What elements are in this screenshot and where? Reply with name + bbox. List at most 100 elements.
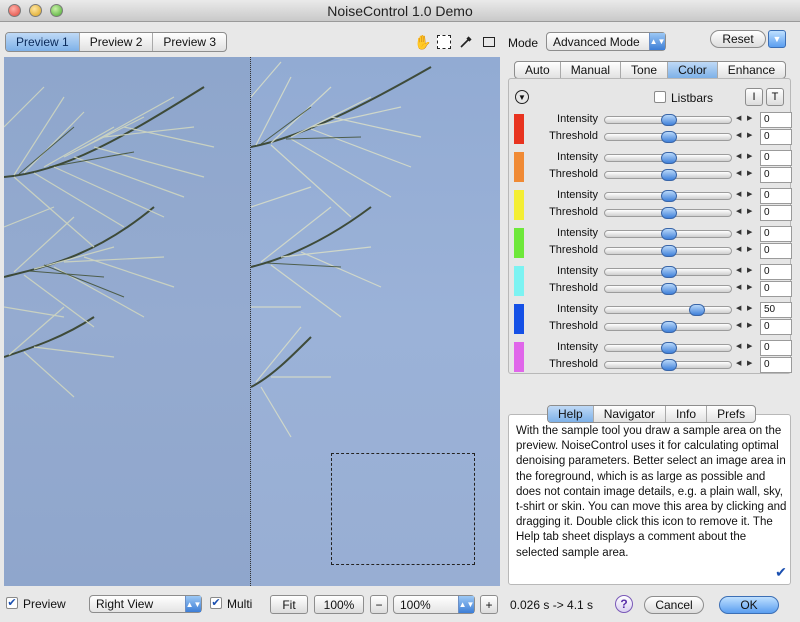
threshold-value-field[interactable]: 0 bbox=[760, 167, 792, 183]
intensity-slider[interactable] bbox=[604, 266, 732, 278]
increment-arrow-icon[interactable]: ▶ bbox=[747, 283, 752, 291]
slider-knob[interactable] bbox=[661, 152, 677, 164]
zoom-select[interactable]: 100% ▲▼ bbox=[393, 595, 475, 614]
tab-tone[interactable]: Tone bbox=[621, 62, 669, 78]
intensity-slider[interactable] bbox=[604, 114, 732, 126]
slider-knob[interactable] bbox=[661, 245, 677, 257]
intensity-slider[interactable] bbox=[604, 190, 732, 202]
tab-preview-3[interactable]: Preview 3 bbox=[153, 33, 226, 51]
increment-arrow-icon[interactable]: ▶ bbox=[747, 228, 752, 236]
threshold-slider[interactable] bbox=[604, 359, 732, 371]
decrement-arrow-icon[interactable]: ◀ bbox=[736, 342, 741, 350]
increment-arrow-icon[interactable]: ▶ bbox=[747, 190, 752, 198]
tab-navigator[interactable]: Navigator bbox=[594, 406, 667, 422]
decrement-arrow-icon[interactable]: ◀ bbox=[736, 169, 741, 177]
help-check-icon[interactable]: ✔ bbox=[775, 565, 787, 579]
increment-arrow-icon[interactable]: ▶ bbox=[747, 152, 752, 160]
listbars-checkbox[interactable] bbox=[654, 91, 666, 103]
zoom-in-button[interactable]: + bbox=[480, 595, 498, 614]
slider-knob[interactable] bbox=[661, 321, 677, 333]
decrement-arrow-icon[interactable]: ◀ bbox=[736, 152, 741, 160]
slider-knob[interactable] bbox=[661, 359, 677, 371]
threshold-slider[interactable] bbox=[604, 283, 732, 295]
slider-knob[interactable] bbox=[661, 169, 677, 181]
decrement-arrow-icon[interactable]: ◀ bbox=[736, 131, 741, 139]
decrement-arrow-icon[interactable]: ◀ bbox=[736, 228, 741, 236]
intensity-value-field[interactable]: 0 bbox=[760, 112, 792, 128]
reset-menu-button[interactable]: ▼ bbox=[768, 30, 786, 48]
tab-color[interactable]: Color bbox=[668, 62, 718, 78]
slider-knob[interactable] bbox=[661, 207, 677, 219]
increment-arrow-icon[interactable]: ▶ bbox=[747, 169, 752, 177]
intensity-value-field[interactable]: 0 bbox=[760, 150, 792, 166]
increment-arrow-icon[interactable]: ▶ bbox=[747, 342, 752, 350]
slider-knob[interactable] bbox=[661, 114, 677, 126]
increment-arrow-icon[interactable]: ▶ bbox=[747, 207, 752, 215]
increment-arrow-icon[interactable]: ▶ bbox=[747, 359, 752, 367]
sample-area-selection[interactable] bbox=[331, 453, 475, 565]
panel-menu-icon[interactable]: ▼ bbox=[515, 90, 529, 104]
tab-preview-1[interactable]: Preview 1 bbox=[6, 33, 80, 51]
i-button[interactable]: I bbox=[745, 88, 763, 106]
slider-knob[interactable] bbox=[661, 131, 677, 143]
intensity-slider[interactable] bbox=[604, 152, 732, 164]
tab-prefs[interactable]: Prefs bbox=[707, 406, 755, 422]
increment-arrow-icon[interactable]: ▶ bbox=[747, 321, 752, 329]
threshold-slider[interactable] bbox=[604, 321, 732, 333]
decrement-arrow-icon[interactable]: ◀ bbox=[736, 321, 741, 329]
intensity-value-field[interactable]: 0 bbox=[760, 264, 792, 280]
decrement-arrow-icon[interactable]: ◀ bbox=[736, 304, 741, 312]
mode-select[interactable]: Advanced Mode ▲▼ bbox=[546, 32, 666, 51]
slider-knob[interactable] bbox=[661, 283, 677, 295]
tab-auto[interactable]: Auto bbox=[515, 62, 561, 78]
decrement-arrow-icon[interactable]: ◀ bbox=[736, 190, 741, 198]
decrement-arrow-icon[interactable]: ◀ bbox=[736, 283, 741, 291]
threshold-value-field[interactable]: 0 bbox=[760, 281, 792, 297]
threshold-value-field[interactable]: 0 bbox=[760, 205, 792, 221]
intensity-value-field[interactable]: 0 bbox=[760, 340, 792, 356]
help-question-icon[interactable]: ? bbox=[615, 595, 633, 613]
slider-knob[interactable] bbox=[661, 228, 677, 240]
intensity-slider[interactable] bbox=[604, 228, 732, 240]
threshold-slider[interactable] bbox=[604, 131, 732, 143]
intensity-value-field[interactable]: 0 bbox=[760, 188, 792, 204]
zoom-100-button[interactable]: 100% bbox=[314, 595, 364, 614]
intensity-slider[interactable] bbox=[604, 342, 732, 354]
reset-button[interactable]: Reset bbox=[710, 30, 766, 48]
increment-arrow-icon[interactable]: ▶ bbox=[747, 114, 752, 122]
increment-arrow-icon[interactable]: ▶ bbox=[747, 245, 752, 253]
view-select[interactable]: Right View ▲▼ bbox=[89, 595, 202, 613]
threshold-value-field[interactable]: 0 bbox=[760, 319, 792, 335]
slider-knob[interactable] bbox=[661, 190, 677, 202]
threshold-value-field[interactable]: 0 bbox=[760, 357, 792, 373]
threshold-value-field[interactable]: 0 bbox=[760, 243, 792, 259]
decrement-arrow-icon[interactable]: ◀ bbox=[736, 114, 741, 122]
intensity-slider[interactable] bbox=[604, 304, 732, 316]
increment-arrow-icon[interactable]: ▶ bbox=[747, 131, 752, 139]
preview-checkbox[interactable]: ✔ bbox=[6, 597, 18, 609]
tab-preview-2[interactable]: Preview 2 bbox=[80, 33, 154, 51]
eyedropper-tool-icon[interactable] bbox=[457, 33, 475, 51]
intensity-value-field[interactable]: 0 bbox=[760, 226, 792, 242]
decrement-arrow-icon[interactable]: ◀ bbox=[736, 207, 741, 215]
slider-knob[interactable] bbox=[689, 304, 705, 316]
increment-arrow-icon[interactable]: ▶ bbox=[747, 266, 752, 274]
threshold-value-field[interactable]: 0 bbox=[760, 129, 792, 145]
zoom-out-button[interactable]: − bbox=[370, 595, 388, 614]
tab-manual[interactable]: Manual bbox=[561, 62, 622, 78]
ok-button[interactable]: OK bbox=[719, 596, 779, 614]
tab-enhance[interactable]: Enhance bbox=[718, 62, 785, 78]
slider-knob[interactable] bbox=[661, 266, 677, 278]
tab-help[interactable]: Help bbox=[548, 406, 594, 422]
increment-arrow-icon[interactable]: ▶ bbox=[747, 304, 752, 312]
fit-button[interactable]: Fit bbox=[270, 595, 308, 614]
decrement-arrow-icon[interactable]: ◀ bbox=[736, 359, 741, 367]
intensity-value-field[interactable]: 50 bbox=[760, 302, 792, 318]
view-frame-icon[interactable] bbox=[480, 33, 498, 51]
sample-tool-icon[interactable] bbox=[435, 33, 453, 51]
decrement-arrow-icon[interactable]: ◀ bbox=[736, 245, 741, 253]
tab-info[interactable]: Info bbox=[666, 406, 708, 422]
image-preview[interactable] bbox=[4, 57, 500, 586]
multi-checkbox[interactable]: ✔ bbox=[210, 597, 222, 609]
threshold-slider[interactable] bbox=[604, 207, 732, 219]
